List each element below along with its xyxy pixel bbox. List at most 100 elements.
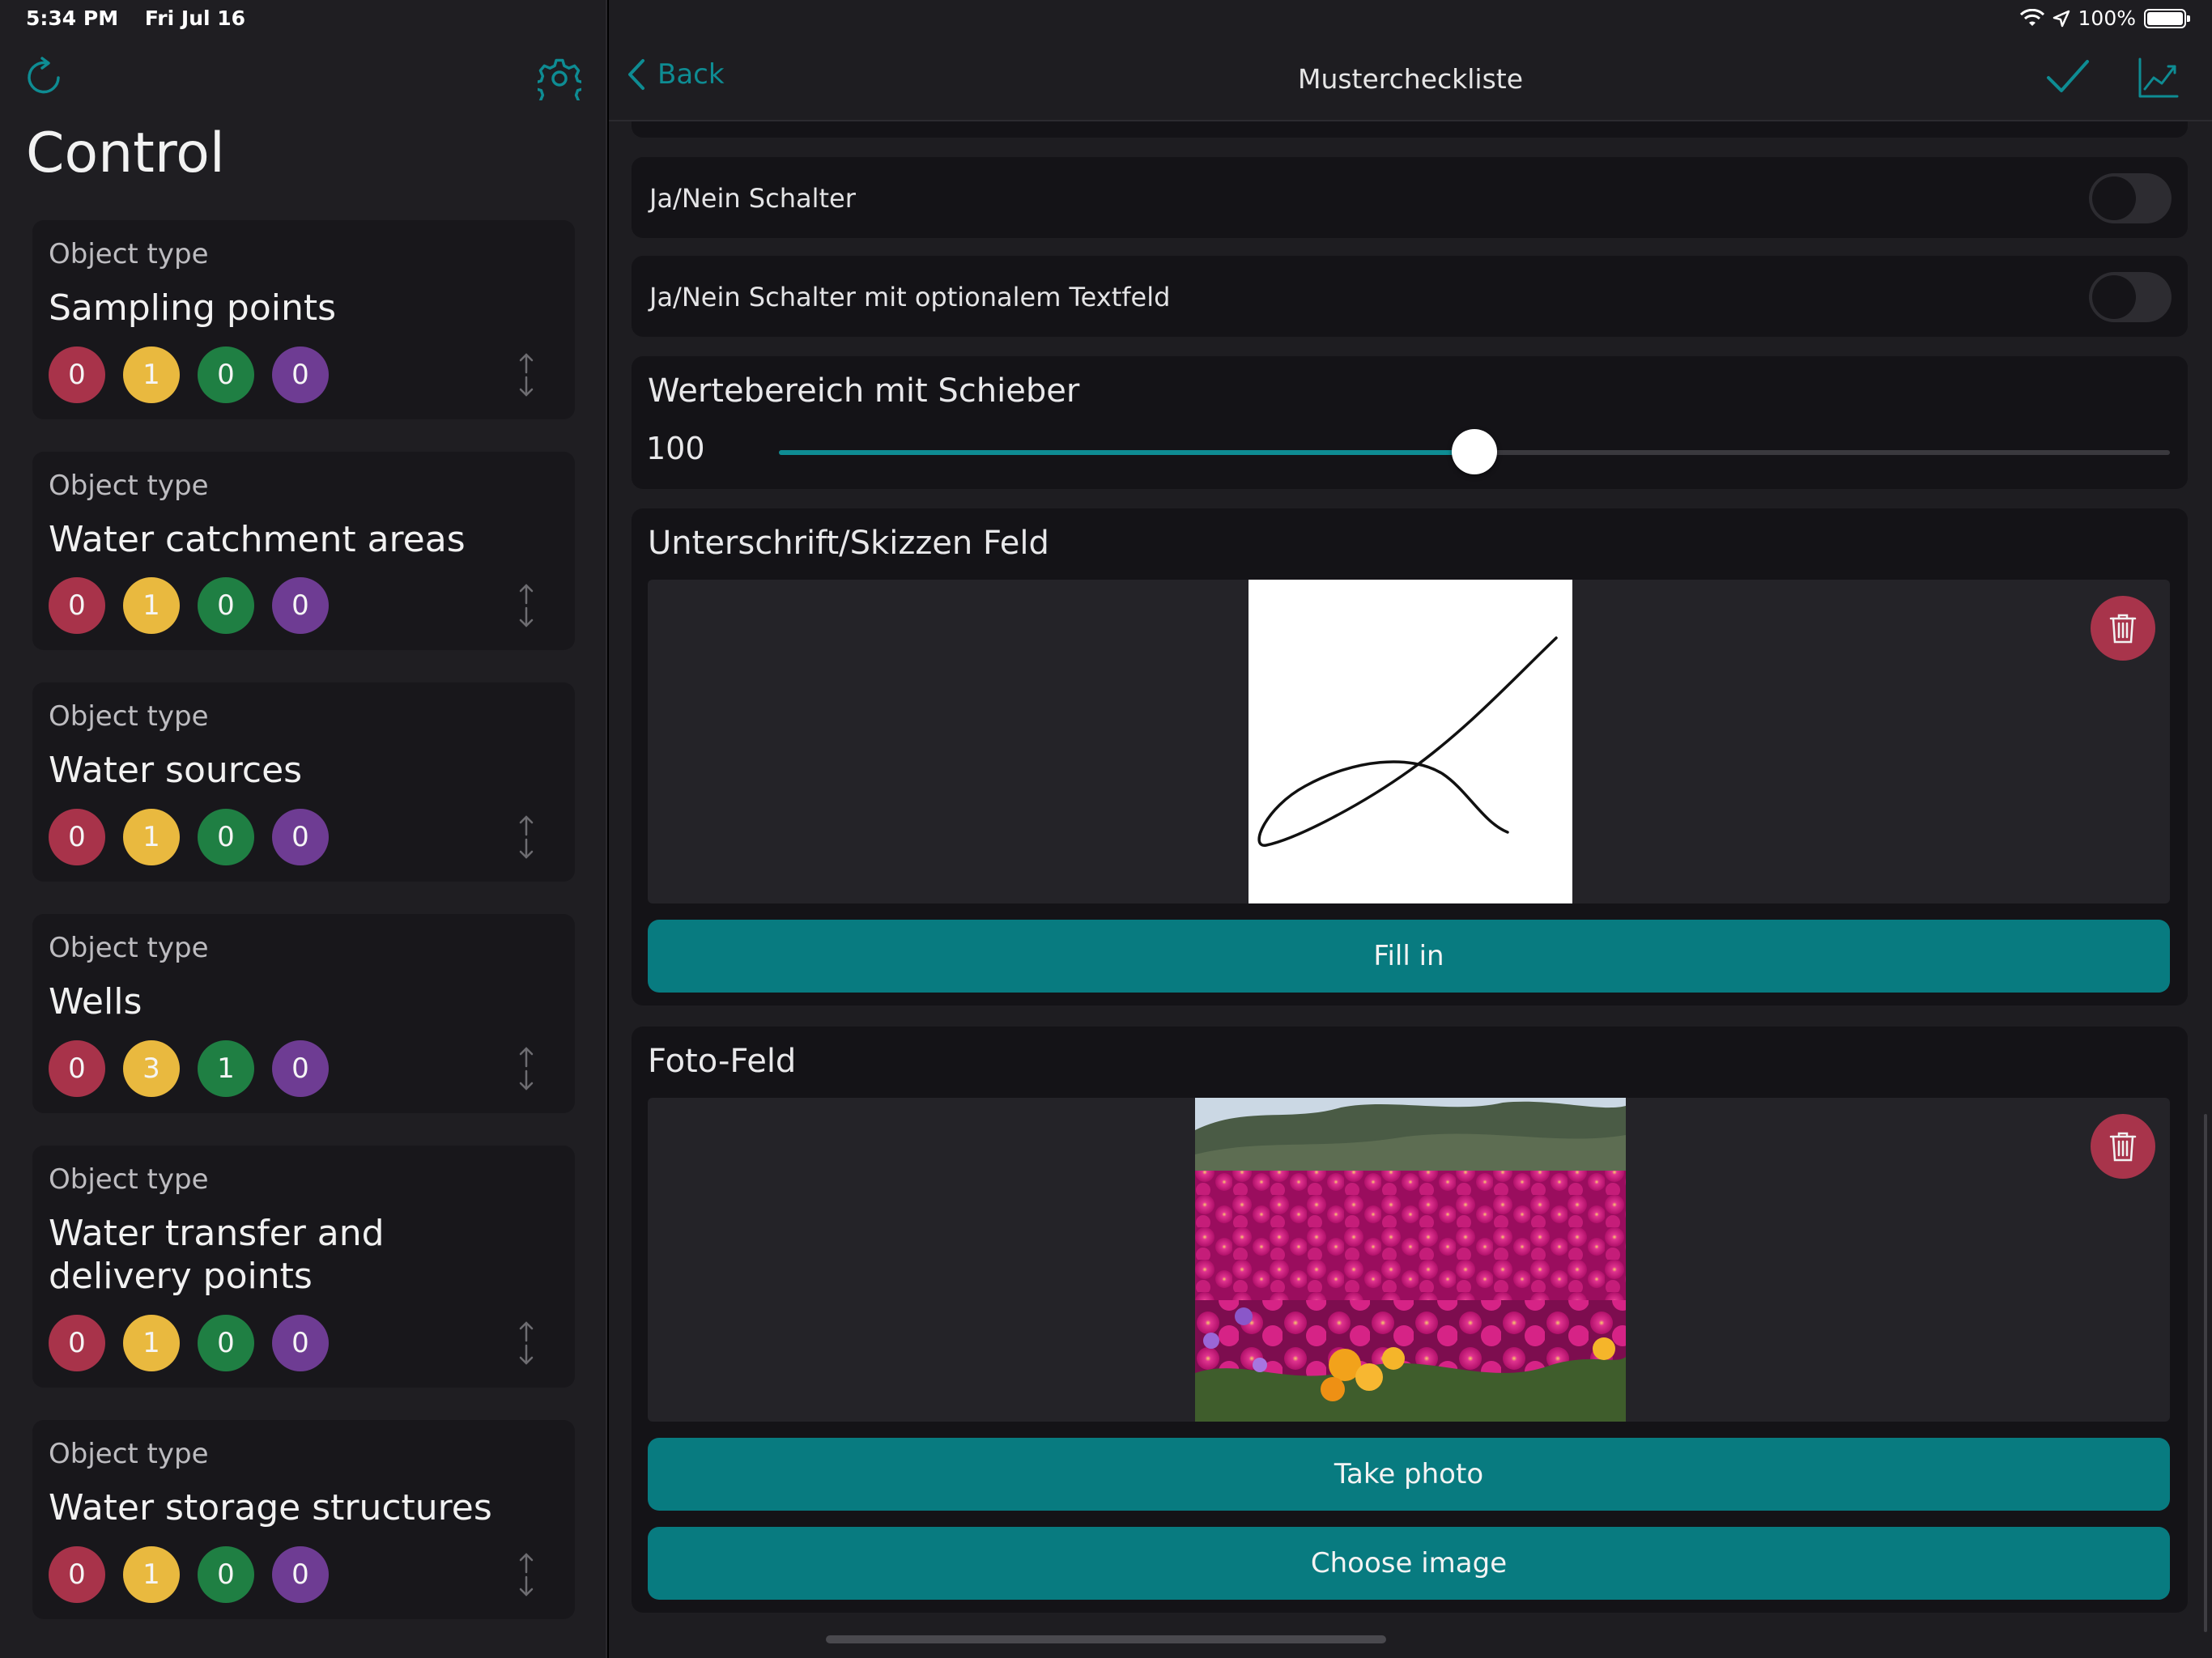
trash-icon: [2109, 614, 2137, 644]
navigation-bar: Back Mustercheckliste: [609, 0, 2212, 121]
yes-no-toggle[interactable]: [2089, 173, 2172, 223]
refresh-icon[interactable]: [23, 57, 65, 99]
count-badge-green: 0: [198, 577, 254, 635]
count-badge-yellow: 1: [123, 1315, 180, 1372]
signature-label: Unterschrift/Skizzen Feld: [648, 525, 1049, 562]
battery-icon: [2144, 8, 2190, 28]
count-badge-red: 0: [49, 346, 105, 403]
sort-arrows-icon[interactable]: [515, 1320, 538, 1367]
checkmark-icon[interactable]: [2045, 57, 2091, 97]
status-badges: 0 1 0 0: [49, 809, 559, 866]
gear-icon[interactable]: [538, 57, 581, 100]
location-arrow-icon: [2052, 10, 2069, 27]
card-label: Object type: [49, 1438, 209, 1471]
object-type-card[interactable]: Object type Water storage structures 0 1…: [32, 1420, 575, 1619]
count-badge-red: 0: [49, 1315, 105, 1372]
signature-preview-area: [648, 580, 2170, 903]
slider-fill: [779, 450, 1474, 455]
object-type-card[interactable]: Object type Water catchment areas 0 1 0 …: [32, 451, 575, 651]
status-badges: 0 1 0 0: [49, 577, 559, 635]
count-badge-green: 0: [198, 809, 254, 866]
sidebar-title: Control: [26, 121, 225, 185]
count-badge-red: 0: [49, 577, 105, 635]
count-badge-yellow: 1: [123, 346, 180, 403]
count-badge-yellow: 1: [123, 1545, 180, 1603]
signature-field: Unterschrift/Skizzen Feld Fill in: [632, 508, 2188, 1005]
sort-arrows-icon[interactable]: [515, 814, 538, 861]
slider-value: 100: [646, 431, 705, 466]
count-badge-green: 0: [198, 1315, 254, 1372]
detail-panel: Back Mustercheckliste Ja/Nein Schalter J…: [609, 0, 2212, 1658]
card-name: Water sources: [49, 750, 303, 792]
count-badge-yellow: 3: [123, 1039, 180, 1097]
status-badges: 0 1 0 0: [49, 1315, 559, 1372]
toggle-label: Ja/Nein Schalter mit optionalem Textfeld: [649, 282, 1171, 312]
scroll-indicator[interactable]: [2204, 1114, 2207, 1632]
card-name: Water storage structures: [49, 1487, 492, 1529]
count-badge-red: 0: [49, 1545, 105, 1603]
sort-arrows-icon[interactable]: [515, 1551, 538, 1598]
count-badge-purple: 0: [272, 577, 329, 635]
count-badge-purple: 0: [272, 1039, 329, 1097]
toggle-knob: [2092, 176, 2136, 220]
sort-arrows-icon[interactable]: [515, 1045, 538, 1092]
object-type-card[interactable]: Object type Water transfer and delivery …: [32, 1145, 575, 1388]
sort-arrows-icon[interactable]: [515, 582, 538, 629]
trash-icon: [2109, 1132, 2137, 1162]
flower-photo: [1195, 1098, 1626, 1422]
slider-thumb[interactable]: [1452, 429, 1497, 474]
photo-field: Foto-Feld Take photo Choose image: [632, 1027, 2188, 1613]
battery-percent: 100%: [2078, 6, 2136, 30]
count-badge-purple: 0: [272, 809, 329, 866]
app-root: 5:34 PM Fri Jul 16 100% Control Object t…: [0, 0, 2212, 1658]
take-photo-button[interactable]: Take photo: [648, 1438, 2170, 1511]
delete-photo-button[interactable]: [2091, 1114, 2155, 1179]
slider-label: Wertebereich mit Schieber: [648, 372, 1080, 410]
count-badge-green: 1: [198, 1039, 254, 1097]
slider-field: Wertebereich mit Schieber: [632, 356, 2188, 489]
toggle-knob: [2092, 275, 2136, 319]
sidebar: Control Object type Sampling points 0 1 …: [0, 0, 607, 1658]
status-date: Fri Jul 16: [144, 6, 246, 30]
choose-image-button[interactable]: Choose image: [648, 1527, 2170, 1600]
card-label: Object type: [49, 932, 209, 965]
wifi-icon: [2019, 8, 2044, 26]
object-type-card[interactable]: Object type Sampling points 0 1 0 0: [32, 220, 575, 419]
line-chart-icon[interactable]: [2138, 57, 2180, 99]
count-badge-purple: 0: [272, 346, 329, 403]
toggle-field: Ja/Nein Schalter: [632, 157, 2188, 238]
photo-preview-area: [648, 1098, 2170, 1422]
home-indicator[interactable]: [826, 1635, 1386, 1643]
count-badge-purple: 0: [272, 1315, 329, 1372]
status-badges: 0 3 1 0: [49, 1039, 559, 1097]
card-label: Object type: [49, 238, 209, 270]
card-name: Wells: [49, 981, 143, 1023]
count-badge-green: 0: [198, 346, 254, 403]
slider-track[interactable]: [779, 429, 2170, 474]
card-name: Water transfer and delivery points: [49, 1212, 385, 1298]
delete-signature-button[interactable]: [2091, 596, 2155, 661]
status-badges: 0 1 0 0: [49, 1545, 559, 1603]
signature-canvas: [1249, 580, 1572, 903]
photo-label: Foto-Feld: [648, 1043, 797, 1080]
photo-thumbnail: [1195, 1098, 1626, 1422]
toggle-field-with-text: Ja/Nein Schalter mit optionalem Textfeld: [632, 256, 2188, 337]
card-label: Object type: [49, 1163, 209, 1196]
count-badge-purple: 0: [272, 1545, 329, 1603]
yes-no-toggle-with-text[interactable]: [2089, 272, 2172, 322]
toggle-label: Ja/Nein Schalter: [649, 183, 856, 214]
count-badge-green: 0: [198, 1545, 254, 1603]
status-bar-left: 5:34 PM Fri Jul 16: [26, 6, 265, 30]
count-badge-yellow: 1: [123, 809, 180, 866]
count-badge-red: 0: [49, 809, 105, 866]
card-label: Object type: [49, 469, 209, 502]
count-badge-yellow: 1: [123, 577, 180, 635]
page-title: Mustercheckliste: [1297, 63, 1524, 95]
card-name: Water catchment areas: [49, 518, 466, 560]
card-name: Sampling points: [49, 287, 337, 329]
object-type-card[interactable]: Object type Wells 0 3 1 0: [32, 914, 575, 1113]
object-type-card[interactable]: Object type Water sources 0 1 0 0: [32, 682, 575, 882]
signature-sketch: [1257, 636, 1558, 847]
fill-in-button[interactable]: Fill in: [648, 920, 2170, 993]
sort-arrows-icon[interactable]: [515, 351, 538, 398]
